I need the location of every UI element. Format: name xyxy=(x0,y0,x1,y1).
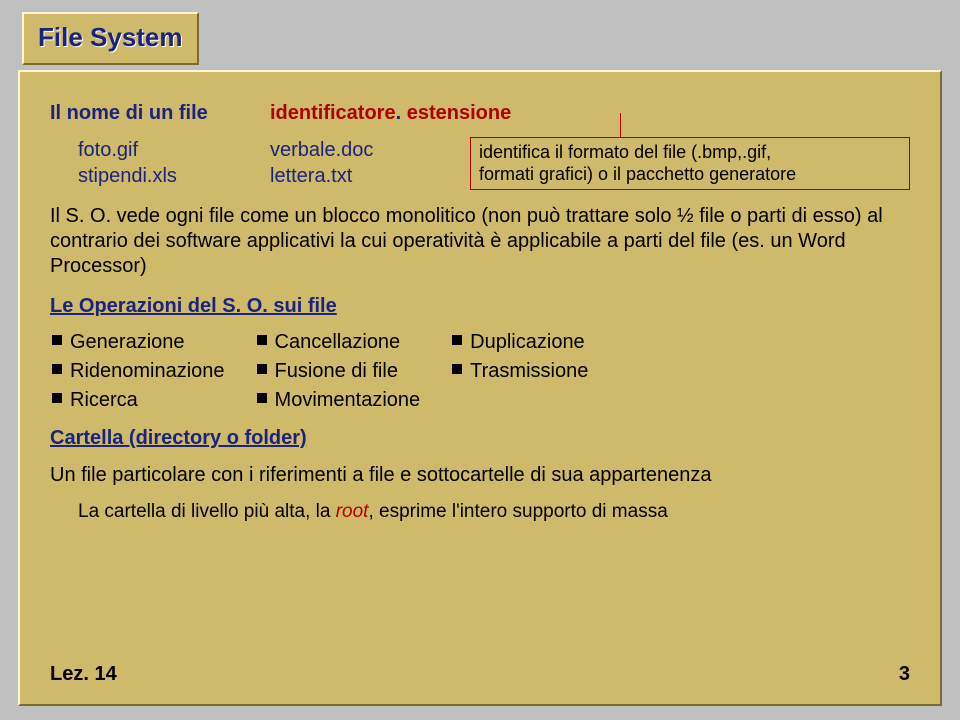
folder-description: Un file particolare con i riferimenti a … xyxy=(50,462,910,488)
bullet-item: Ridenominazione xyxy=(50,357,225,386)
operations-heading: Le Operazioni del S. O. sui file xyxy=(50,295,910,318)
bullet-item: Cancellazione xyxy=(255,328,421,357)
content-area: Il nome di un file identificatore. esten… xyxy=(50,102,910,686)
page-number: 3 xyxy=(899,663,910,686)
slide-body: Il nome di un file identificatore. esten… xyxy=(18,70,942,706)
slide-title-box: File System xyxy=(22,12,199,65)
footer-bar: Lez. 14 3 xyxy=(50,663,910,686)
example-file: verbale.doc xyxy=(270,137,470,163)
filename-pattern: identificatore. estensione xyxy=(270,102,910,125)
callout-line2: formati grafici) o il pacchetto generato… xyxy=(479,164,901,186)
callout-wrap: identifica il formato del file (.bmp,.gi… xyxy=(470,137,910,190)
bullet-item: Trasmissione xyxy=(450,357,588,386)
examples-row: foto.gif stipendi.xls verbale.doc letter… xyxy=(50,137,910,190)
identifier-word: identificatore xyxy=(270,102,396,124)
examples-col1: foto.gif stipendi.xls xyxy=(50,137,270,190)
root-description: La cartella di livello più alta, la root… xyxy=(50,500,910,525)
root-word: root xyxy=(336,501,369,522)
bullet-item: Duplicazione xyxy=(450,328,588,357)
bullets-col2: Cancellazione Fusione di file Movimentaz… xyxy=(255,328,421,415)
callout-connector xyxy=(620,113,621,137)
bullet-item: Movimentazione xyxy=(255,386,421,415)
slide-title: File System xyxy=(38,22,183,53)
filename-label: Il nome di un file xyxy=(50,102,270,125)
root-text-b: , esprime l'intero supporto di massa xyxy=(368,501,667,522)
callout-line1: identifica il formato del file (.bmp,.gi… xyxy=(479,142,901,164)
lesson-number: Lez. 14 xyxy=(50,663,117,686)
example-file: foto.gif xyxy=(78,137,270,163)
bullet-item: Ricerca xyxy=(50,386,225,415)
filename-pattern-row: Il nome di un file identificatore. esten… xyxy=(50,102,910,125)
root-text-a: La cartella di livello più alta, la xyxy=(78,501,336,522)
bullets-col3: Duplicazione Trasmissione xyxy=(450,328,588,415)
examples-col2: verbale.doc lettera.txt xyxy=(270,137,470,190)
extension-callout: identifica il formato del file (.bmp,.gi… xyxy=(470,137,910,190)
bullets-col1: Generazione Ridenominazione Ricerca xyxy=(50,328,225,415)
bullet-item: Fusione di file xyxy=(255,357,421,386)
os-paragraph: Il S. O. vede ogni file come un blocco m… xyxy=(50,204,910,279)
extension-word: estensione xyxy=(407,102,511,124)
dot-separator: . xyxy=(396,102,407,124)
folder-heading: Cartella (directory o folder) xyxy=(50,427,910,450)
operations-bullets: Generazione Ridenominazione Ricerca Canc… xyxy=(50,328,910,415)
bullet-item: Generazione xyxy=(50,328,225,357)
example-file: stipendi.xls xyxy=(78,163,270,189)
example-file: lettera.txt xyxy=(270,163,470,189)
